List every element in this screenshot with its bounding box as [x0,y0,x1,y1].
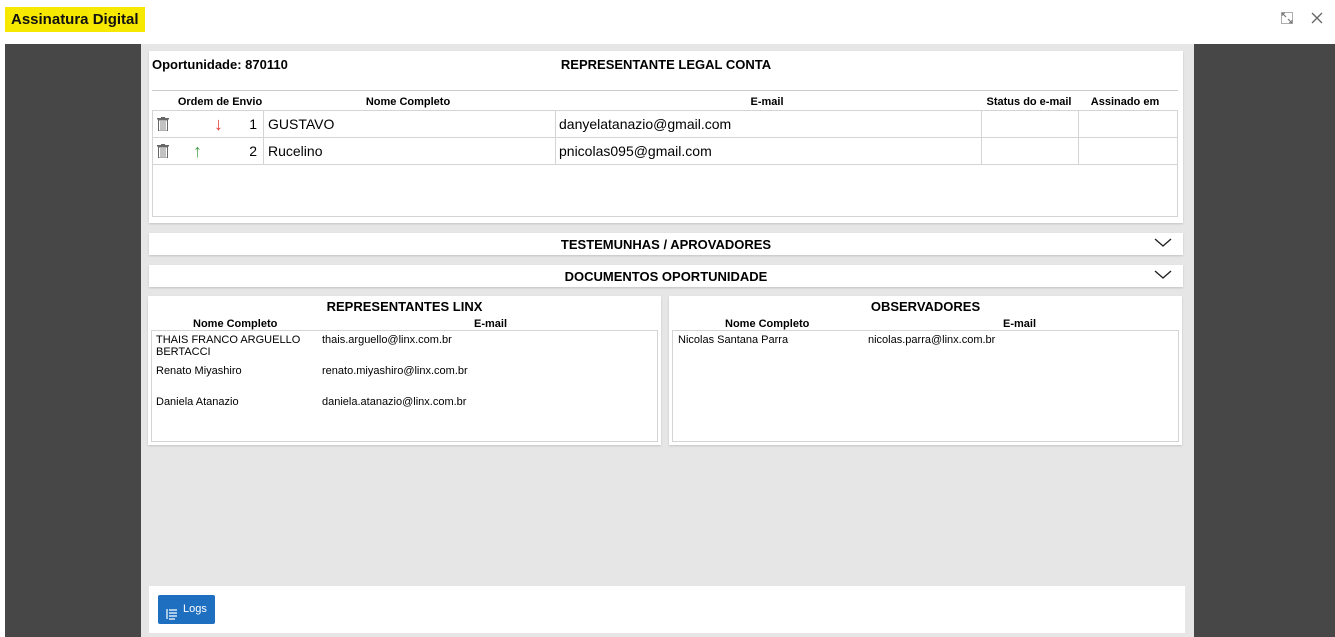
trash-icon[interactable] [157,144,169,159]
list-item-name: Renato Miyashiro [156,365,242,377]
observers-col-name: Nome Completo [725,318,810,330]
legal-table-body: ↓ 1 GUSTAVO danyelatanazio@gmail.com ↑ 2 [152,110,1178,217]
trash-icon[interactable] [157,117,169,132]
row-order: 2 [249,143,257,159]
move-up-arrow-icon[interactable]: ↑ [193,140,202,162]
row-name: GUSTAVO [268,116,335,132]
footer-bar: Logs [149,586,1185,633]
list-item-name: Nicolas Santana Parra [678,334,789,346]
row-email: danyelatanazio@gmail.com [559,116,732,132]
close-icon[interactable] [1309,11,1325,27]
row-name: Rucelino [268,143,323,159]
list-item-email: nicolas.parra@linx.com.br [868,334,996,346]
linx-col-name: Nome Completo [193,318,278,330]
observers-panel: OBSERVADORES Nome Completo E-mail Nicola… [669,296,1182,445]
observers-title: OBSERVADORES [870,299,981,314]
legal-representative-panel: Oportunidade: 870110 REPRESENTANTE LEGAL… [149,51,1183,223]
witnesses-title: TESTEMUNHAS / APROVADORES [560,237,772,252]
expand-icon[interactable] [1279,11,1295,27]
col-name: Nome Completo [365,96,451,108]
list-item-name: Daniela Atanazio [156,396,239,408]
list-item-email: daniela.atanazio@linx.com.br [322,396,467,408]
legal-section-title: REPRESENTANTE LEGAL CONTA [560,57,772,72]
legal-table-header: Ordem de Envio Nome Completo E-mail Stat… [152,90,1178,110]
app-title: Assinatura Digital [5,7,145,32]
observers-list: Nicolas Santana Parra nicolas.parra@linx… [672,330,1179,442]
logs-button[interactable]: Logs [158,595,215,624]
chevron-down-icon [1153,267,1173,283]
table-row: ↑ 2 Rucelino pnicolas095@gmail.com [153,138,1177,165]
linx-list: THAIS FRANCO ARGUELLO BERTACCI thais.arg… [151,330,658,442]
col-order: Ordem de Envio [177,96,263,108]
list-item-name-cont: BERTACCI [156,346,211,358]
col-signed-at: Assinado em [1090,96,1160,108]
left-backdrop [5,44,141,637]
logs-label: Logs [183,603,207,615]
row-order: 1 [249,116,257,132]
linx-representatives-panel: REPRESENTANTES LINX Nome Completo E-mail… [148,296,661,445]
linx-title: REPRESENTANTES LINX [326,299,483,314]
linx-col-email: E-mail [474,318,508,330]
table-row: ↓ 1 GUSTAVO danyelatanazio@gmail.com [153,111,1177,138]
chevron-down-icon [1153,235,1173,251]
list-item-email: thais.arguello@linx.com.br [322,334,452,346]
observers-col-email: E-mail [1003,318,1037,330]
list-item-email: renato.miyashiro@linx.com.br [322,365,468,377]
row-email: pnicolas095@gmail.com [559,143,712,159]
move-down-arrow-icon[interactable]: ↓ [214,113,223,135]
col-email: E-mail [750,96,784,108]
right-backdrop [1194,44,1335,637]
documents-title: DOCUMENTOS OPORTUNIDADE [564,269,768,284]
main-content: Oportunidade: 870110 REPRESENTANTE LEGAL… [141,44,1194,637]
witnesses-accordion[interactable]: TESTEMUNHAS / APROVADORES [149,233,1183,255]
list-icon [166,603,178,620]
list-item-name: THAIS FRANCO ARGUELLO [156,334,301,346]
col-status: Status do e-mail [986,96,1072,108]
title-bar: Assinatura Digital [0,0,1335,44]
documents-accordion[interactable]: DOCUMENTOS OPORTUNIDADE [149,265,1183,287]
